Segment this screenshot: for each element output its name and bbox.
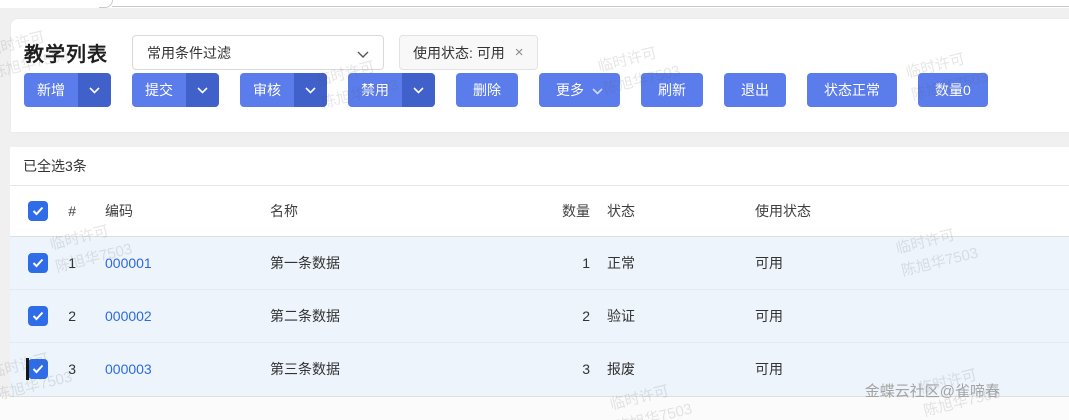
row-status: 报废 bbox=[600, 342, 748, 396]
close-icon[interactable]: × bbox=[515, 44, 524, 61]
title-row: 教学列表 常用条件过滤 使用状态: 可用 × bbox=[11, 19, 1069, 71]
disable-button-label[interactable]: 禁用 bbox=[348, 73, 402, 107]
submit-dropdown-arrow[interactable] bbox=[186, 73, 219, 107]
community-credit-text: 金蝶云社区@雀啼春 bbox=[865, 380, 1000, 401]
status-normal-button[interactable]: 状态正常 bbox=[807, 73, 897, 107]
col-header-name[interactable]: 名称 bbox=[241, 186, 523, 236]
grid-panel: 已全选3条 # 编码 名称 数量 状态 使用状态 bbox=[10, 147, 1069, 397]
row-usage: 可用 bbox=[748, 236, 1069, 289]
row-index: 1 bbox=[50, 236, 76, 289]
filter-select-value: 常用条件过滤 bbox=[147, 43, 231, 63]
selection-summary-bar: 已全选3条 bbox=[10, 147, 1069, 186]
toolbar-panel: 教学列表 常用条件过滤 使用状态: 可用 × 新增 提交 审核 禁用 删 bbox=[10, 18, 1069, 133]
row-checkbox[interactable] bbox=[28, 253, 48, 273]
row-name: 第三条数据 bbox=[241, 342, 523, 396]
selection-summary-text: 已全选3条 bbox=[23, 156, 87, 176]
chevron-down-icon bbox=[357, 45, 369, 61]
row-code-link[interactable]: 000002 bbox=[105, 308, 152, 324]
refresh-button[interactable]: 刷新 bbox=[641, 73, 703, 107]
chevron-down-icon bbox=[592, 82, 603, 98]
audit-button-label[interactable]: 审核 bbox=[240, 73, 294, 107]
filter-tag[interactable]: 使用状态: 可用 × bbox=[399, 35, 538, 70]
filter-tag-label: 使用状态: 可用 bbox=[413, 43, 505, 63]
row-index: 2 bbox=[50, 289, 76, 342]
focus-cursor-bar bbox=[26, 358, 29, 380]
row-name: 第二条数据 bbox=[241, 289, 523, 342]
row-usage: 可用 bbox=[748, 289, 1069, 342]
filter-scheme-select[interactable]: 常用条件过滤 bbox=[132, 35, 384, 70]
table-row[interactable]: 2 000002 第二条数据 2 验证 可用 bbox=[10, 289, 1069, 342]
col-header-code[interactable]: 编码 bbox=[76, 186, 241, 236]
data-grid: # 编码 名称 数量 状态 使用状态 1 000001 第一条数据 1 正常 可… bbox=[10, 186, 1069, 396]
page-title: 教学列表 bbox=[24, 38, 108, 67]
tab-corner-curve bbox=[99, 0, 113, 8]
submit-button[interactable]: 提交 bbox=[132, 73, 219, 107]
col-header-index[interactable]: # bbox=[50, 186, 76, 236]
submit-button-label[interactable]: 提交 bbox=[132, 73, 186, 107]
row-status: 正常 bbox=[600, 236, 748, 289]
delete-button[interactable]: 删除 bbox=[456, 73, 518, 107]
toolbar-buttons-row: 新增 提交 审核 禁用 删除 更多 刷新 退出 状态正常 数量0 bbox=[11, 73, 1069, 107]
row-qty: 3 bbox=[523, 342, 600, 396]
row-name: 第一条数据 bbox=[241, 236, 523, 289]
table-row[interactable]: 1 000001 第一条数据 1 正常 可用 bbox=[10, 236, 1069, 289]
new-button[interactable]: 新增 bbox=[24, 73, 111, 107]
row-index: 3 bbox=[50, 342, 76, 396]
col-header-status[interactable]: 状态 bbox=[600, 186, 748, 236]
disable-button[interactable]: 禁用 bbox=[348, 73, 435, 107]
more-button-label: 更多 bbox=[556, 80, 584, 100]
more-button[interactable]: 更多 bbox=[539, 73, 620, 107]
browser-tab-strip bbox=[0, 0, 1069, 8]
audit-button[interactable]: 审核 bbox=[240, 73, 327, 107]
new-dropdown-arrow[interactable] bbox=[78, 73, 111, 107]
row-status: 验证 bbox=[600, 289, 748, 342]
row-checkbox[interactable] bbox=[28, 359, 48, 379]
row-checkbox[interactable] bbox=[28, 306, 48, 326]
row-code-link[interactable]: 000003 bbox=[105, 361, 152, 377]
row-qty: 1 bbox=[523, 236, 600, 289]
col-header-usage[interactable]: 使用状态 bbox=[748, 186, 1069, 236]
quantity-zero-button[interactable]: 数量0 bbox=[918, 73, 988, 107]
row-qty: 2 bbox=[523, 289, 600, 342]
select-all-checkbox[interactable] bbox=[28, 201, 48, 221]
grid-header-row: # 编码 名称 数量 状态 使用状态 bbox=[10, 186, 1069, 236]
disable-dropdown-arrow[interactable] bbox=[402, 73, 435, 107]
tab-divider-line bbox=[112, 6, 1069, 7]
col-header-qty[interactable]: 数量 bbox=[523, 186, 600, 236]
audit-dropdown-arrow[interactable] bbox=[294, 73, 327, 107]
exit-button[interactable]: 退出 bbox=[724, 73, 786, 107]
row-code-link[interactable]: 000001 bbox=[105, 255, 152, 271]
new-button-label[interactable]: 新增 bbox=[24, 73, 78, 107]
